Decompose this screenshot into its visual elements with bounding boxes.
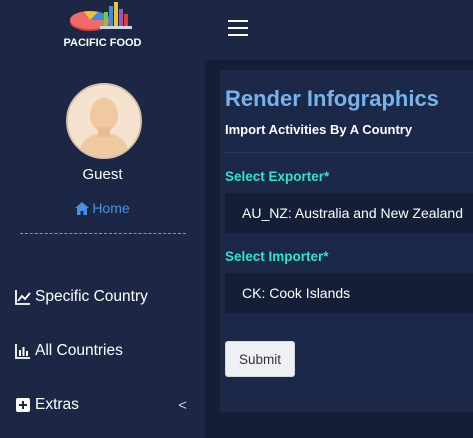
importer-selected-value: CK: Cook Islands [242, 285, 351, 301]
sidebar-item-label: All Countries [35, 342, 123, 359]
home-link[interactable]: Home [0, 200, 205, 216]
plus-square-icon [16, 398, 30, 412]
brand-name: PACIFIC FOOD [63, 37, 142, 49]
top-header [205, 0, 473, 60]
home-label: Home [92, 200, 130, 216]
sidebar-item-label: Specific Country [35, 288, 148, 305]
submit-button[interactable]: Submit [225, 341, 295, 377]
sidebar: PACIFIC FOOD Guest Home Specific Country… [0, 0, 205, 438]
page-subtitle: Import Activities By A Country [225, 122, 413, 137]
exporter-select[interactable]: AU_NZ: Australia and New Zealand [225, 193, 473, 233]
exporter-selected-value: AU_NZ: Australia and New Zealand [242, 205, 463, 221]
exporter-label: Select Exporter* [225, 169, 330, 184]
sidebar-item-all-countries[interactable]: All Countries [15, 339, 195, 363]
home-icon [75, 202, 90, 215]
page-title: Render Infographics [225, 86, 439, 111]
sidebar-divider [20, 233, 186, 234]
menu-toggle-icon[interactable] [228, 20, 248, 36]
bar-chart-icon [15, 344, 30, 359]
line-chart-icon [15, 290, 31, 305]
user-avatar-icon [68, 85, 140, 157]
importer-select[interactable]: CK: Cook Islands [225, 273, 473, 313]
avatar [66, 83, 142, 159]
sidebar-item-label: Extras [35, 396, 79, 413]
card-divider [225, 152, 473, 153]
sidebar-item-specific-country[interactable]: Specific Country [15, 285, 195, 309]
sidebar-item-extras[interactable]: Extras < [15, 393, 195, 417]
chevron-left-icon[interactable]: < [178, 397, 187, 414]
importer-label: Select Importer* [225, 249, 329, 264]
username: Guest [82, 166, 123, 183]
